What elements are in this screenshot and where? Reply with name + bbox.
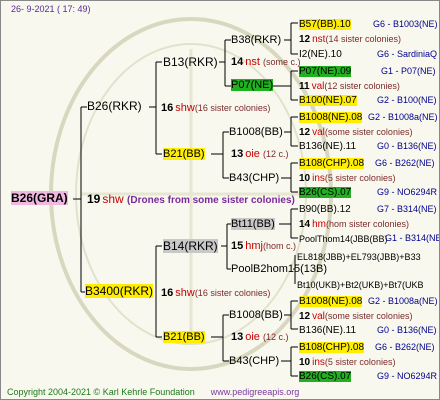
gen4-item[interactable]: I2(NE).10: [299, 48, 342, 61]
pedigree-chart: 26- 9-2021 ( 17: 49) B26(GRA) 19 shw (Dr…: [0, 0, 440, 400]
node-b38rkr[interactable]: B38(RKR): [231, 34, 281, 47]
gen4-note: 12 val(some sister colonies): [299, 127, 413, 138]
gen4-item[interactable]: EL818(JBB)+EL793(JBB)+B33: [297, 251, 421, 264]
gen4-item[interactable]: Bt10(UKB)+Bt2(UKB)+Bt7(UKB: [297, 279, 424, 292]
gen4-code: G6 - B262(NE): [375, 342, 435, 352]
node-p07ne[interactable]: P07(NE): [231, 79, 274, 92]
node-b21bb-upper[interactable]: B21(BB): [163, 148, 205, 161]
gen4-code: G0 - B136(NE): [377, 141, 437, 151]
node-bt11bb[interactable]: Bt11(BB): [231, 218, 275, 231]
gen4-item[interactable]: B1008(NE).08: [299, 295, 363, 308]
gen4-note: 10 ins(5 sister colonies): [299, 173, 396, 184]
gen4-note: 10 ins(5 sister colonies): [299, 357, 396, 368]
node-b21bb-lower[interactable]: B21(BB): [163, 331, 205, 344]
root-queen[interactable]: B26(GRA): [11, 191, 68, 205]
node-b3400rkr[interactable]: B3400(RKR): [85, 284, 154, 298]
gen4-code: G9 - NO6294R: [377, 187, 438, 197]
gen4-item[interactable]: B136(NE).11: [299, 140, 356, 153]
gen4-code: G1 - P07(NE): [381, 66, 436, 76]
gen4-item[interactable]: PoolThom14(JBB(BB): [299, 233, 388, 246]
gen4-note: 11 val(12 sister colonies): [299, 81, 400, 92]
gen4-code: G7 - B314(NE): [377, 204, 437, 214]
gen4-code: G2 - B100(NE): [377, 95, 437, 105]
node-b13rkr[interactable]: B13(RKR): [163, 56, 218, 69]
copyright-text: Copyright 2004-2021 © Karl Kehrle Founda…: [7, 387, 195, 397]
node-b14rkr[interactable]: B14(RKR): [163, 239, 218, 253]
node-b1008bb-upper[interactable]: B1008(BB): [229, 126, 283, 139]
gen4-code: G2 - B1008a(NE): [368, 112, 438, 122]
gen4-item[interactable]: B136(NE).11: [299, 324, 356, 337]
gen4-item[interactable]: B1008(NE).08: [299, 111, 363, 124]
root-name: B26(GRA): [11, 191, 68, 205]
gen4-code: G6 - SardiniaQ: [377, 49, 438, 59]
gen4-item[interactable]: B26(CS).07: [299, 186, 352, 199]
node-b14-info: 15 hmj(hom c.): [231, 240, 296, 252]
node-b21a-info: 13 oie (12 c.): [231, 148, 289, 160]
gen4-item[interactable]: B108(CHP).08: [299, 341, 365, 354]
gen4-item[interactable]: B100(NE).07: [299, 94, 357, 107]
gen4-item[interactable]: B90(BB).12: [299, 203, 351, 216]
gen4-code: G6 - B262(NE): [375, 158, 435, 168]
gen4-code: G6 - B1003(NE): [373, 19, 438, 29]
site-link[interactable]: www.pedigreeapis.org: [211, 387, 300, 397]
node-b13-info: 14 nst (some c.): [231, 56, 301, 68]
gen4-code: G2 - B1008a(NE): [368, 296, 438, 306]
node-b3400-info: 16 shw(16 sister colonies): [161, 287, 271, 299]
node-b43chp-upper[interactable]: B43(CHP): [229, 172, 279, 185]
root-drone-info: 19 shw (Drones from some sister colonies): [87, 192, 295, 207]
gen4-code: G0 - B136(NE): [377, 325, 437, 335]
gen4-code: G1 - B314(NE): [385, 233, 440, 243]
node-b21b-info: 13 oie (12 c.): [231, 331, 289, 343]
gen4-note: 12 nst(14 sister colonies): [299, 34, 401, 45]
gen4-item[interactable]: B57(BB).10: [299, 18, 351, 31]
gen4-code: G9 - NO6294R: [377, 371, 438, 381]
gen4-item[interactable]: B26(CS).07: [299, 370, 352, 383]
gen4-note: 12 val(some sister colonies): [299, 311, 413, 322]
node-b26rkr[interactable]: B26(RKR): [87, 100, 142, 113]
node-poolb2hom[interactable]: PoolB2hom15(13B): [231, 263, 327, 276]
node-b43chp-lower[interactable]: B43(CHP): [229, 355, 279, 368]
gen4-note: 14 hm(hom sister colonies): [299, 219, 410, 230]
gen4-item[interactable]: B108(CHP).08: [299, 157, 365, 170]
gen4-item[interactable]: P07(NE).09: [299, 65, 352, 78]
node-b26rkr-info: 16 shw(16 sister colonies): [161, 102, 271, 114]
footer: Copyright 2004-2021 © Karl Kehrle Founda…: [7, 387, 299, 397]
node-b1008bb-lower[interactable]: B1008(BB): [229, 309, 283, 322]
